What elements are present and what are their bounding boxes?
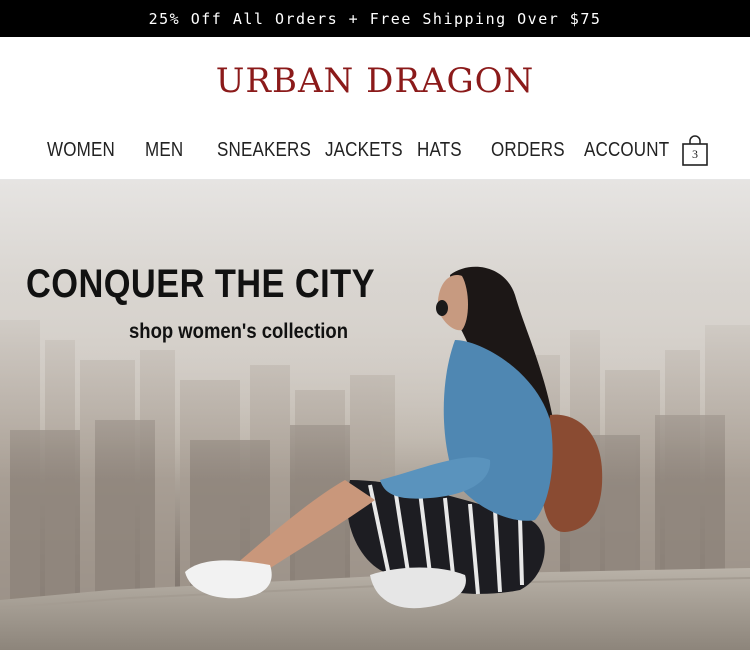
shop-womens-link[interactable]: shop women's collection (129, 320, 348, 344)
nav-item-orders[interactable]: ORDERS (491, 139, 565, 162)
nav-item-hats[interactable]: HATS (417, 139, 462, 162)
cart-count: 3 (692, 147, 698, 161)
brand-logo[interactable]: URBAN DRAGON (216, 61, 535, 101)
site-header: URBAN DRAGON (0, 37, 750, 125)
promo-banner: 25% Off All Orders + Free Shipping Over … (0, 0, 750, 37)
nav-item-sneakers[interactable]: SNEAKERS (217, 139, 311, 162)
nav-item-jackets[interactable]: JACKETS (325, 139, 403, 162)
main-navigation: WOMEN MEN SNEAKERS JACKETS HATS ORDERS A… (0, 125, 750, 180)
hero-photo (0, 180, 750, 650)
cart-button[interactable]: 3 (681, 135, 709, 167)
nav-item-men[interactable]: MEN (145, 139, 183, 162)
nav-item-account[interactable]: ACCOUNT (584, 139, 669, 162)
hero-banner: CONQUER THE CITY shop women's collection (0, 180, 750, 650)
hero-title: CONQUER THE CITY (26, 262, 375, 306)
nav-item-women[interactable]: WOMEN (47, 139, 115, 162)
promo-text: 25% Off All Orders + Free Shipping Over … (148, 9, 602, 28)
